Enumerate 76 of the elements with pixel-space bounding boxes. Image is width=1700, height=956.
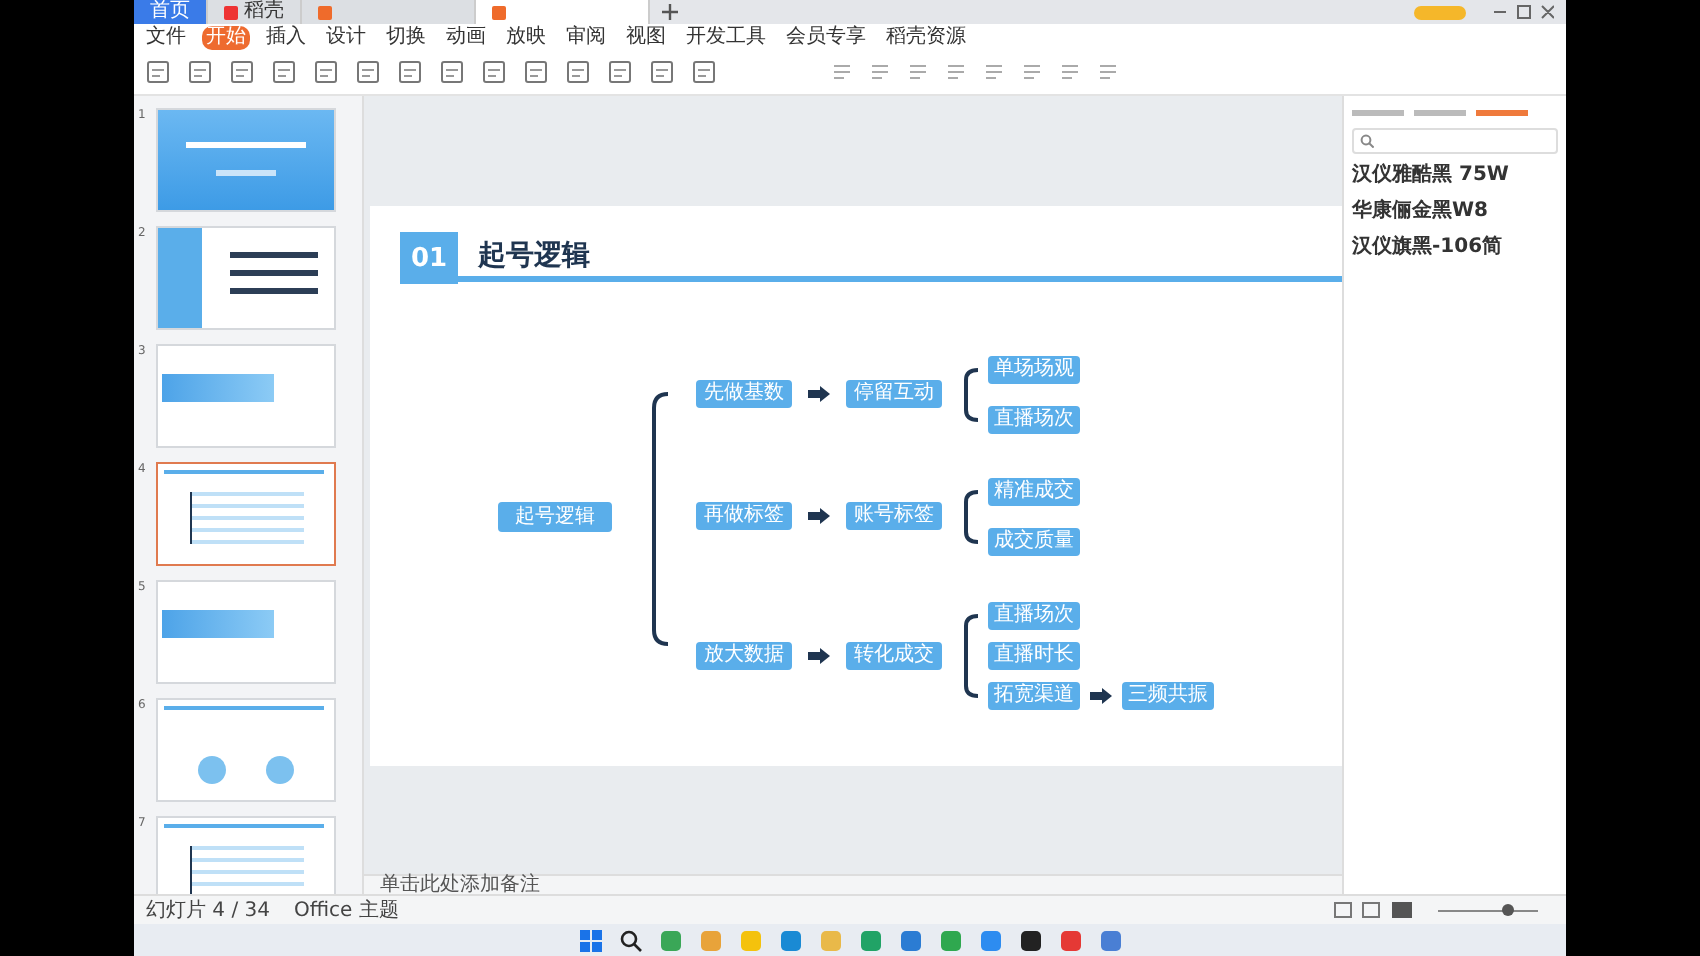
toolbar-icon[interactable] [314,60,338,84]
format-icon[interactable] [984,62,1004,82]
menu-tab[interactable]: 开发工具 [682,25,770,49]
font-list-item[interactable]: 汉仪旗黑-106简 [1352,234,1558,262]
font-list-item[interactable]: 华康俪金黑W8 [1352,198,1558,226]
menu-tab[interactable]: 会员专享 [782,25,870,49]
brace-drawing [962,614,980,698]
notes-field[interactable]: 单击此处添加备注 [364,874,1342,894]
leaf-node: 拓宽渠道 [988,682,1080,710]
menu-tab[interactable]: 视图 [622,25,670,49]
menu-tab[interactable]: 动画 [442,25,490,49]
font-list-item[interactable]: 汉仪雅酷黑 75W [1352,162,1558,190]
arrow-icon [808,508,830,524]
leaf-node: 单场场观 [988,355,1080,383]
zoom-slider[interactable] [1502,903,1514,915]
arrow-icon [1090,688,1112,704]
toolbar-icon[interactable] [398,60,422,84]
leaf-node: 直播场次 [988,602,1080,630]
branch-node: 账号标签 [846,502,942,530]
home-tab[interactable]: 首页 [134,0,208,24]
format-icon[interactable] [946,62,966,82]
toolbar-icon[interactable] [440,60,464,84]
menu-tab[interactable]: 文件 [142,25,190,49]
arrow-icon [808,386,830,402]
format-icon[interactable] [908,62,928,82]
branch-node: 转化成交 [846,642,942,670]
start-icon[interactable] [579,929,601,951]
search-icon [1360,134,1374,148]
app-icon[interactable] [1019,929,1041,951]
theme-name: Office 主题 [294,897,399,924]
brace-drawing [962,489,980,543]
slide-title: 起号逻辑 [478,240,590,274]
toolbar-icon[interactable] [188,60,212,84]
format-icon[interactable] [832,62,852,82]
docer-tab[interactable]: 稻壳 [208,0,302,24]
window-controls-icon[interactable] [1494,4,1554,20]
menu-tab[interactable]: 审阅 [562,25,610,49]
brace-drawing [962,367,980,421]
slide-thumbnail[interactable] [156,462,336,566]
format-icon[interactable] [1098,62,1118,82]
document-tab[interactable] [302,0,476,24]
toolbar-icon[interactable] [356,60,380,84]
toolbar-icon[interactable] [524,60,548,84]
leaf-node: 三频共振 [1122,682,1214,710]
toolbar-icon[interactable] [146,60,170,84]
menu-tab[interactable]: 插入 [262,25,310,49]
search-field[interactable] [1352,128,1558,154]
menu-tab[interactable]: 切换 [382,25,430,49]
section-number: 01 [400,232,458,284]
toolbar-icon[interactable] [650,60,674,84]
slide-counter: 幻灯片 4 / 34 [146,897,270,924]
search-icon[interactable] [619,929,641,951]
menu-tab[interactable]: 设计 [322,25,370,49]
branch-node: 停留互动 [846,380,942,408]
toolbar-icon[interactable] [692,60,716,84]
format-icon[interactable] [870,62,890,82]
document-tab[interactable] [476,0,650,24]
format-icon[interactable] [1022,62,1042,82]
format-icon[interactable] [1060,62,1080,82]
branch-node: 放大数据 [696,642,792,670]
root-node: 起号逻辑 [498,502,612,532]
toolbar-icon[interactable] [566,60,590,84]
branch-node: 先做基数 [696,380,792,408]
leaf-node: 直播场次 [988,405,1080,433]
branch-node: 再做标签 [696,502,792,530]
menu-tab[interactable]: 放映 [502,25,550,49]
arrow-icon [808,648,830,664]
menu-tab[interactable]: 稻壳资源 [882,25,970,49]
view-buttons-icon[interactable] [1334,902,1414,918]
leaf-node: 成交质量 [988,527,1080,555]
toolbar-icon[interactable] [272,60,296,84]
toolbar-icon[interactable] [608,60,632,84]
leaf-node: 精准成交 [988,477,1080,505]
leaf-node: 直播时长 [988,642,1080,670]
toolbar-icon[interactable] [230,60,254,84]
toolbar-icon[interactable] [482,60,506,84]
